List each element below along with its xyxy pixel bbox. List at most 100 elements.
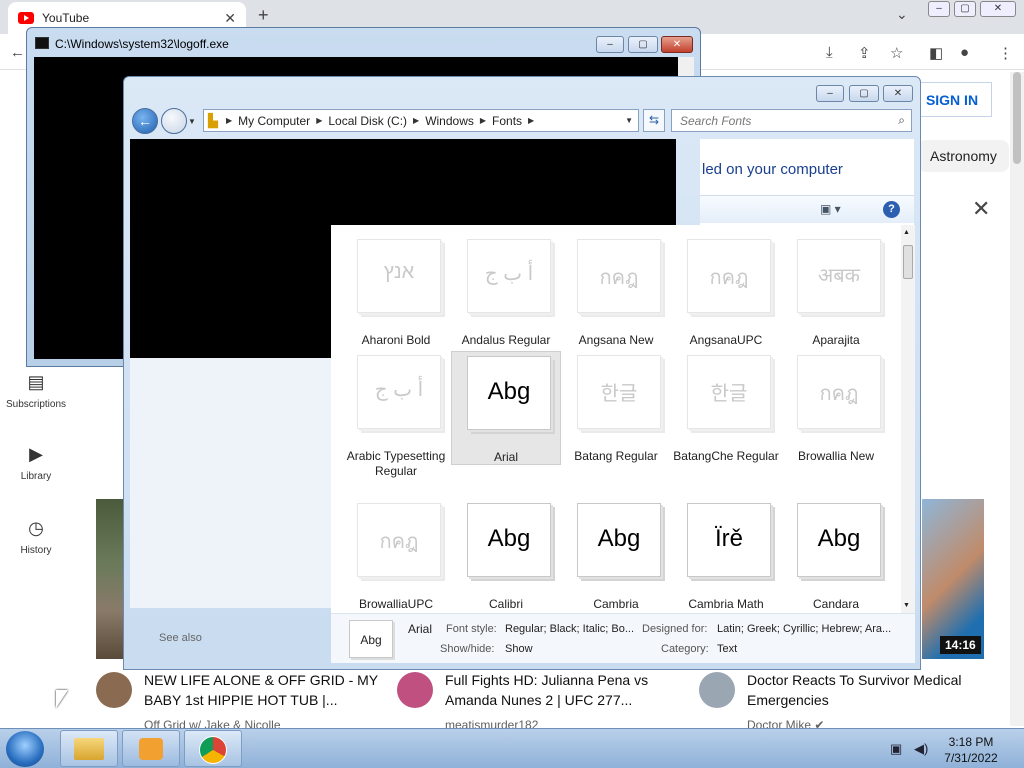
help-icon[interactable]: ? xyxy=(883,201,900,218)
breadcrumb-item[interactable]: Local Disk (C:) xyxy=(328,114,407,128)
bookmark-star-icon[interactable]: ☆ xyxy=(890,44,903,62)
address-bar[interactable]: ▙ ▶ My Computer ▶ Local Disk (C:) ▶ Wind… xyxy=(203,109,639,132)
share-icon[interactable]: ⇪ xyxy=(858,44,871,62)
font-preview-icon: Abg xyxy=(793,503,881,583)
sidebar-item-library[interactable]: ▶ Library xyxy=(0,444,72,482)
forward-button[interactable] xyxy=(161,108,187,134)
chrome-taskbar-button[interactable] xyxy=(184,730,242,767)
explorer-taskbar-button[interactable] xyxy=(60,730,118,767)
font-grid-scrollbar[interactable]: ▲ ▼ xyxy=(901,225,915,613)
navigation-pane[interactable] xyxy=(130,358,331,608)
search-input[interactable]: Search Fonts ⌕ xyxy=(671,109,912,132)
font-tile[interactable]: 한글 BatangChe Regular xyxy=(671,351,781,465)
chevron-right-icon: ▶ xyxy=(226,116,233,125)
avatar[interactable] xyxy=(96,672,132,708)
video-thumbnail[interactable] xyxy=(922,499,984,659)
font-preview-icon: Ïrě xyxy=(683,503,771,583)
scrollbar-thumb[interactable] xyxy=(903,245,913,279)
menu-icon[interactable]: ⋮ xyxy=(998,44,1013,62)
side-panel-icon[interactable]: ◧ xyxy=(929,44,943,62)
media-player-taskbar-button[interactable] xyxy=(122,730,180,767)
fonts-explorer-window[interactable]: – ▢ ✕ ← ▼ ▙ ▶ My Computer ▶ Local Disk (… xyxy=(123,76,921,670)
breadcrumb-item[interactable]: Windows xyxy=(425,114,474,128)
chevron-right-icon: ▶ xyxy=(479,116,487,125)
video-title[interactable]: Doctor Reacts To Survivor Medical Emerge… xyxy=(747,670,987,710)
network-icon[interactable]: ▣ xyxy=(890,741,902,757)
address-dropdown-icon[interactable]: ▼ xyxy=(625,116,633,125)
maximize-button[interactable]: ▢ xyxy=(849,85,879,102)
show-hide-label: Show/hide: xyxy=(440,643,495,655)
volume-icon[interactable]: ◀) xyxy=(914,741,928,757)
font-grid[interactable]: ▲ ▼ אנץ Aharoni Bold أ ب ج Andalus Regular ก… xyxy=(331,225,915,613)
close-button[interactable]: ✕ xyxy=(980,1,1016,17)
refresh-button[interactable]: ⇆ xyxy=(643,109,665,132)
minimize-button[interactable]: – xyxy=(596,36,624,53)
install-icon[interactable]: ⤓ xyxy=(826,44,833,61)
font-tile[interactable]: กคฎ BrowalliaUPC xyxy=(341,499,451,611)
start-button[interactable] xyxy=(6,731,44,767)
font-preview-icon: אנץ xyxy=(353,239,441,319)
font-tile[interactable]: अबक Aparajita xyxy=(781,235,891,347)
sign-in-button[interactable]: SIGN IN xyxy=(912,82,992,117)
sidebar-item-subscriptions[interactable]: ▤ Subscriptions xyxy=(0,372,72,410)
breadcrumb-item[interactable]: My Computer xyxy=(238,114,310,128)
font-preview-icon: Abg xyxy=(463,503,551,583)
back-button[interactable]: ← xyxy=(132,108,158,134)
new-tab-button[interactable]: + xyxy=(258,5,269,26)
close-icon[interactable]: ✕ xyxy=(972,196,990,222)
avatar[interactable] xyxy=(699,672,735,708)
font-preview-glyph: أ ب ج xyxy=(374,379,424,401)
video-title[interactable]: NEW LIFE ALONE & OFF GRID - MY BABY 1st … xyxy=(144,670,384,710)
font-name: BrowalliaUPC xyxy=(358,597,434,611)
video-title[interactable]: Full Fights HD: Julianna Pena vs Amanda … xyxy=(445,670,685,710)
history-icon: ◷ xyxy=(28,518,44,538)
tab-close-icon[interactable]: ✕ xyxy=(224,10,236,27)
font-tile[interactable]: Ïrě Cambria Math xyxy=(671,499,781,611)
font-tile[interactable]: Abg Arial xyxy=(451,351,561,465)
search-icon[interactable]: ⌕ xyxy=(898,113,905,128)
recent-pages-dropdown[interactable]: ▼ xyxy=(188,117,196,126)
font-tile[interactable]: Abg Cambria xyxy=(561,499,671,611)
maximize-button[interactable]: ▢ xyxy=(628,36,658,53)
scroll-down-icon[interactable]: ▼ xyxy=(903,602,910,609)
profile-icon[interactable]: ● xyxy=(960,44,969,61)
font-tile[interactable]: กคฎ AngsanaUPC xyxy=(671,235,781,347)
back-icon[interactable]: ← xyxy=(10,44,25,61)
scrollbar-thumb[interactable] xyxy=(1013,72,1021,164)
tab-search-button[interactable]: ⌄ xyxy=(896,6,908,23)
font-name: BatangChe Regular xyxy=(673,449,779,463)
font-name: Calibri xyxy=(488,597,523,611)
font-style-label: Font style: xyxy=(446,623,497,635)
close-button[interactable]: ✕ xyxy=(883,85,913,102)
font-preview-icon: 한글 xyxy=(573,355,661,435)
font-preview-glyph: กคฎ xyxy=(709,267,749,289)
font-tile[interactable]: Abg Calibri xyxy=(451,499,561,611)
minimize-button[interactable]: – xyxy=(816,85,844,102)
minimize-button[interactable]: – xyxy=(928,1,950,17)
font-preview-icon: Abg xyxy=(573,503,661,583)
close-button[interactable]: ✕ xyxy=(661,36,693,53)
font-tile[interactable]: אנץ Aharoni Bold xyxy=(341,235,451,347)
video-thumbnail[interactable] xyxy=(96,499,124,659)
scroll-up-icon[interactable]: ▲ xyxy=(903,229,910,236)
font-tile[interactable]: 한글 Batang Regular xyxy=(561,351,671,465)
chevron-right-icon: ▶ xyxy=(528,116,535,125)
view-options-icon[interactable]: ▣ ▾ xyxy=(820,202,841,216)
font-tile[interactable]: กคฎ Angsana New xyxy=(561,235,671,347)
breadcrumb-item[interactable]: Fonts xyxy=(492,114,522,128)
chip-astronomy[interactable]: Astronomy xyxy=(918,140,1009,172)
font-tile[interactable]: กคฎ Browallia New xyxy=(781,351,891,465)
taskbar-clock[interactable]: 3:18 PM 7/31/2022 xyxy=(936,734,1006,766)
font-tile[interactable]: Abg Candara xyxy=(781,499,891,611)
font-tile[interactable]: أ ب ج Arabic Typesetting Regular xyxy=(341,351,451,478)
font-name: Arial xyxy=(493,450,518,464)
maximize-button[interactable]: ▢ xyxy=(954,1,976,17)
library-icon: ▶ xyxy=(29,444,43,464)
console-title: C:\Windows\system32\logoff.exe xyxy=(55,37,229,51)
page-scrollbar[interactable] xyxy=(1010,72,1024,726)
font-preview-glyph: 한글 xyxy=(600,383,638,405)
sidebar-item-history[interactable]: ◷ History xyxy=(0,518,72,556)
avatar[interactable] xyxy=(397,672,433,708)
subscriptions-icon: ▤ xyxy=(27,372,45,392)
font-tile[interactable]: أ ب ج Andalus Regular xyxy=(451,235,561,347)
